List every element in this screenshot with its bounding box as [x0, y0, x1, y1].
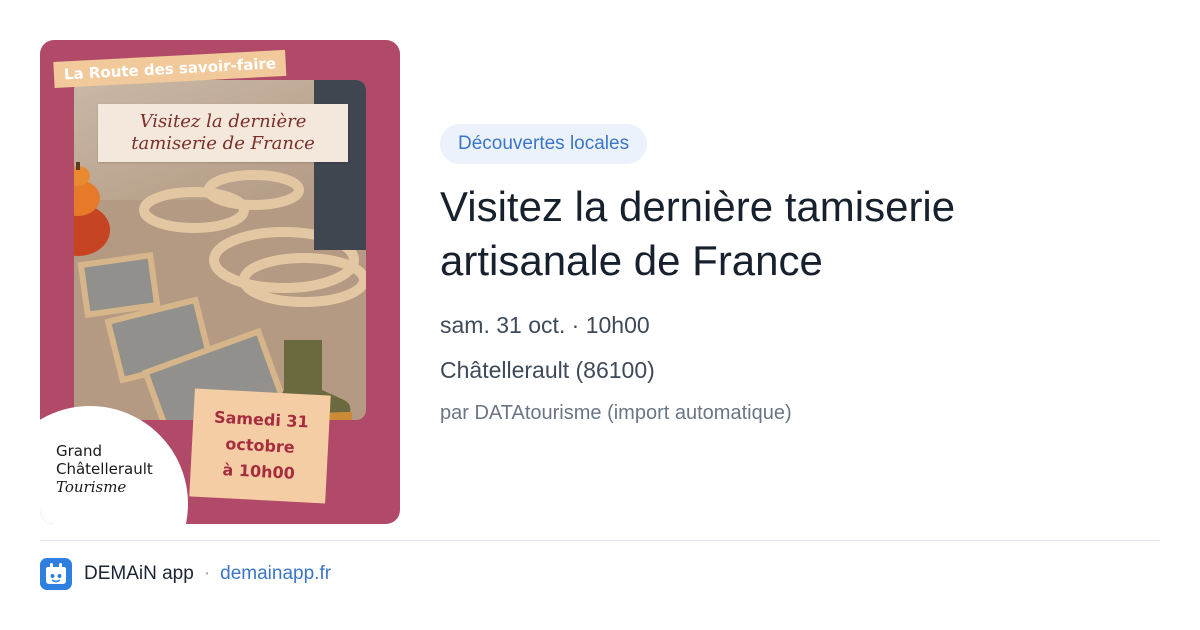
event-date: sam. 31 oct. · 10h00 — [440, 312, 650, 338]
footer-divider — [40, 540, 1160, 541]
event-poster-image[interactable]: La Route des savoir-faire Visitez la der… — [40, 40, 400, 524]
poster-date-card: Samedi 31 octobre à 10h00 — [189, 388, 331, 504]
category-badge[interactable]: Découvertes locales — [440, 124, 648, 164]
event-location: Châtellerault (86100) — [440, 357, 655, 383]
logo-line-3: Tourisme — [56, 478, 127, 496]
logo-line-1: Grand — [56, 442, 103, 460]
footer: DEMAiN app · demainapp.fr — [40, 558, 331, 590]
tourism-logo: Grand Châtellerault Tourisme — [56, 442, 153, 496]
app-link[interactable]: demainapp.fr — [220, 563, 331, 585]
poster-title-line-2: tamiserie de France — [131, 133, 315, 154]
event-source: par DATAtourisme (import automatique) — [440, 402, 792, 424]
event-title[interactable]: Visitez la dernière tamiserie artisanale… — [440, 180, 1140, 288]
logo-line-2: Châtellerault — [56, 460, 153, 478]
footer-separator: · — [203, 563, 211, 584]
app-name: DEMAiN app — [84, 563, 194, 584]
poster-title-line-1: Visitez la dernière — [139, 111, 307, 132]
poster-title-card: Visitez la dernière tamiserie de France — [98, 104, 348, 162]
demain-app-icon — [40, 558, 72, 590]
